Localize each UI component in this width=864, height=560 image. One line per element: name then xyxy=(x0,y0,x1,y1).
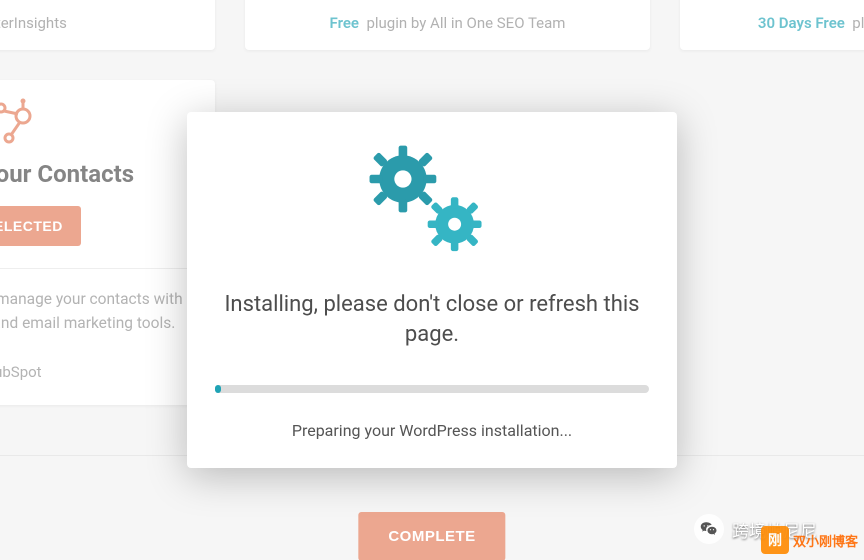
blog-logo-icon: 刚 xyxy=(761,526,789,554)
wechat-icon xyxy=(694,514,724,544)
blog-label: 双小刚博客 xyxy=(793,531,858,550)
gears-icon xyxy=(362,142,502,272)
install-modal: Installing, please don't close or refres… xyxy=(187,112,677,468)
progress-fill xyxy=(215,385,221,393)
page-root: MonsterInsights Free plugin by All in On… xyxy=(0,0,864,560)
modal-status: Preparing your WordPress installation... xyxy=(215,421,649,440)
progress-bar xyxy=(215,385,649,393)
blog-watermark: 刚 双小刚博客 xyxy=(761,526,858,554)
modal-title: Installing, please don't close or refres… xyxy=(215,290,649,349)
